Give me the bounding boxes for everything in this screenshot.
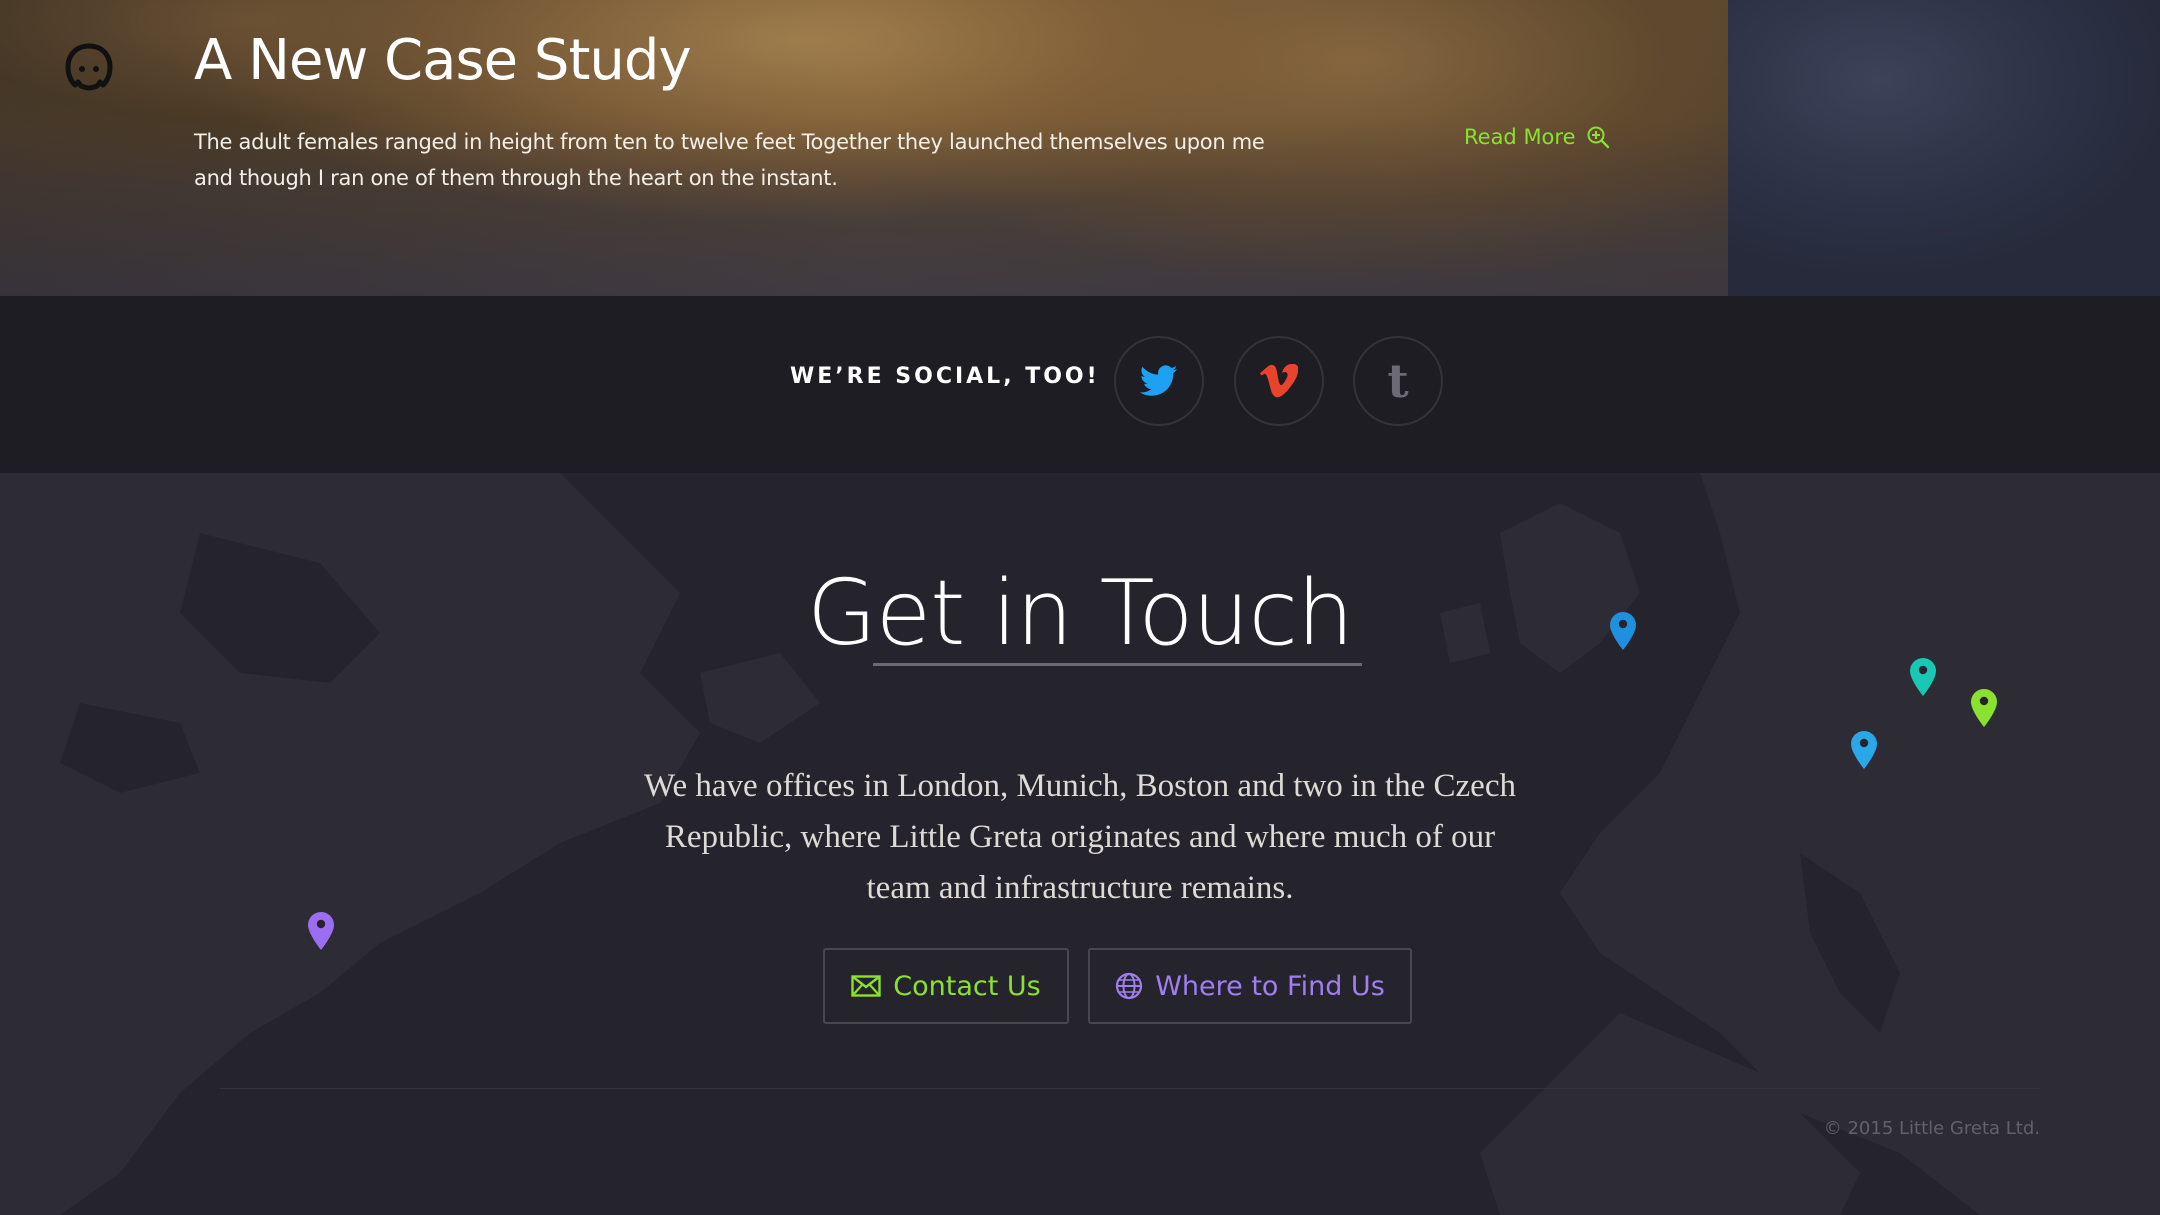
map-pin-boston-icon[interactable] [308, 912, 334, 950]
globe-icon [1116, 972, 1143, 1000]
map-pin-czech-1-icon[interactable] [1910, 658, 1936, 696]
tumblr-button[interactable]: t [1353, 336, 1443, 426]
hero-side-image [1728, 0, 2160, 296]
tumblr-icon: t [1387, 354, 1409, 408]
where-to-find-us-button[interactable]: Where to Find Us [1088, 948, 1412, 1024]
twitter-button[interactable] [1114, 336, 1204, 426]
read-more-label: Read More [1464, 125, 1576, 149]
social-bar: WE’RE SOCIAL, TOO! t [0, 296, 2160, 473]
contact-us-label: Contact Us [893, 970, 1041, 1002]
map-pin-czech-2-icon[interactable] [1971, 689, 1997, 727]
contact-us-button[interactable]: Contact Us [823, 948, 1069, 1024]
envelope-icon [851, 975, 881, 997]
title-underline [873, 663, 1362, 666]
social-label: WE’RE SOCIAL, TOO! [790, 364, 1100, 389]
logo-icon[interactable] [62, 40, 116, 94]
hero-title: A New Case Study [194, 28, 692, 93]
zoom-in-icon [1587, 126, 1609, 149]
where-to-find-us-label: Where to Find Us [1155, 970, 1385, 1002]
footer-divider [220, 1088, 2040, 1089]
contact-description: We have offices in London, Munich, Bosto… [644, 768, 1516, 906]
hero-section: A New Case Study The adult females range… [0, 0, 2160, 296]
read-more-link[interactable]: Read More [1464, 125, 1610, 149]
contact-section: Get in Touch We have offices in London, … [0, 473, 2160, 1215]
twitter-icon [1140, 365, 1178, 396]
vimeo-icon [1260, 364, 1298, 398]
hero-description: The adult females ranged in height from … [194, 130, 1265, 190]
map-pin-munich-icon[interactable] [1851, 731, 1877, 769]
copyright: © 2015 Little Greta Ltd. [1823, 1118, 2040, 1139]
map-pin-london-icon[interactable] [1610, 612, 1636, 650]
contact-title: Get in Touch [807, 561, 1354, 666]
vimeo-button[interactable] [1234, 336, 1324, 426]
